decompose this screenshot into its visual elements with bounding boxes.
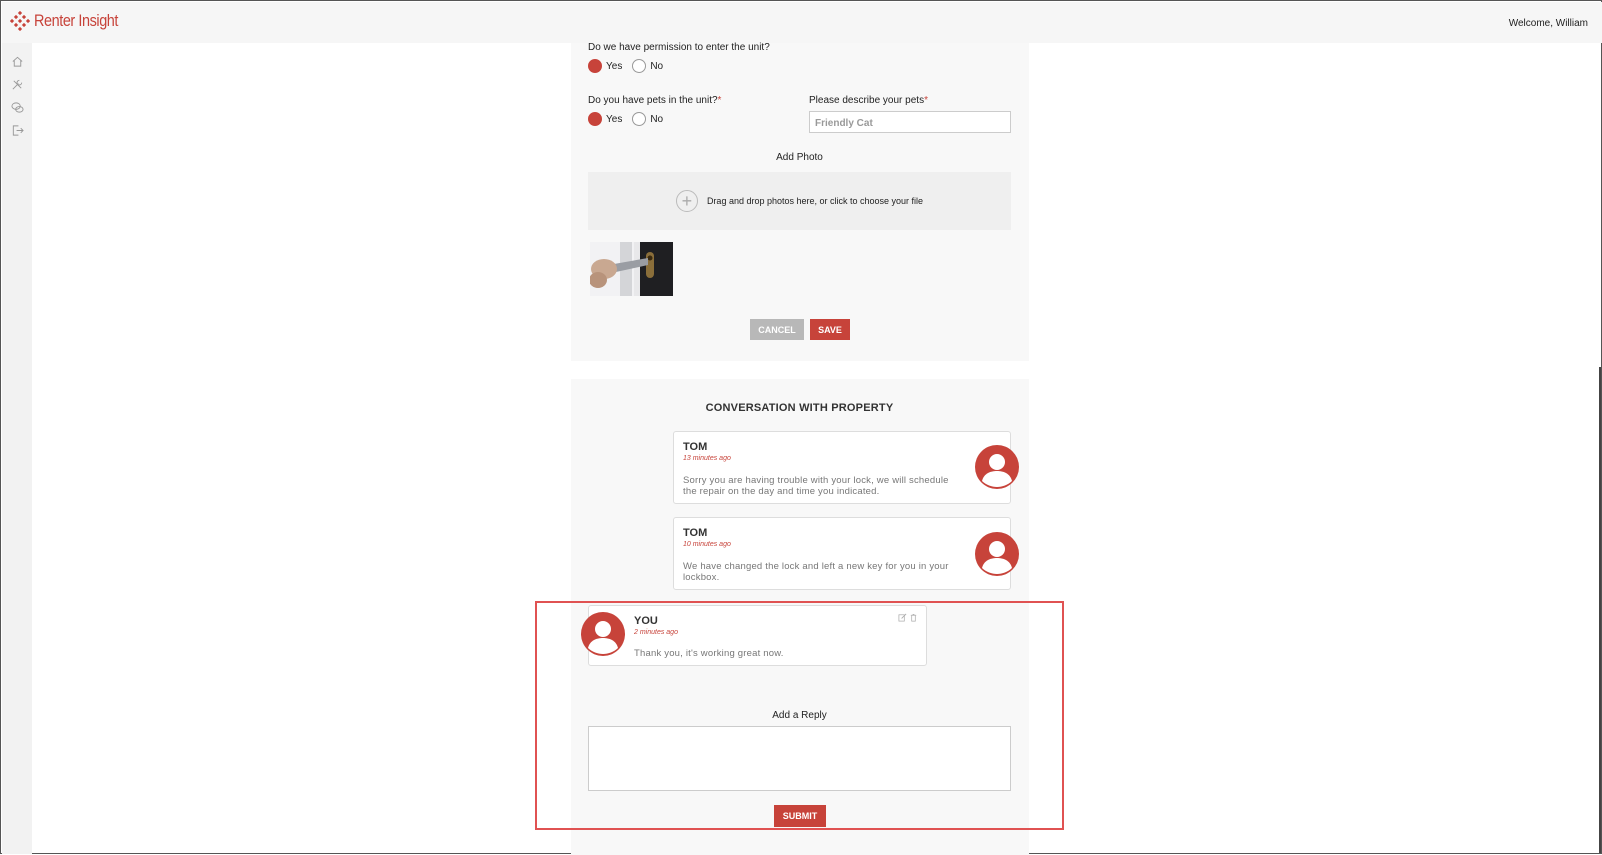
save-button[interactable]: SAVE [810, 319, 850, 340]
welcome-user[interactable]: Welcome, William [1509, 18, 1588, 29]
permission-radio-group: Yes No [588, 59, 673, 73]
brand-logo[interactable]: Renter Insight [10, 11, 133, 31]
sidebar [2, 43, 32, 854]
avatar-icon [975, 445, 1019, 489]
dropzone-text: Drag and drop photos here, or click to c… [706, 196, 924, 206]
photo-dropzone[interactable]: + Drag and drop photos here, or click to… [588, 172, 1011, 230]
message-body-line: lockbox. [683, 572, 720, 583]
pets-no-label: No [650, 113, 664, 125]
pets-question-text: Do you have pets in the unit? [588, 95, 718, 106]
permission-yes-label: Yes [606, 60, 623, 72]
pets-no-radio[interactable] [632, 112, 647, 126]
plus-icon: + [675, 190, 698, 212]
message-author: TOM [683, 527, 708, 539]
logout-icon[interactable] [11, 124, 24, 137]
add-photo-label: Add Photo [776, 152, 823, 163]
pets-yes-label: Yes [606, 113, 623, 125]
message-body: Sorry you are having trouble with your l… [683, 475, 949, 497]
conversation-title: CONVERSATION WITH PROPERTY [705, 402, 894, 414]
pets-describe-input[interactable]: Friendly Cat [809, 111, 1011, 133]
pets-question: Do you have pets in the unit?* [588, 95, 721, 106]
message-body: We have changed the lock and left a new … [683, 561, 949, 583]
photo-thumbnail[interactable] [590, 242, 673, 296]
message-body-line: We have changed the lock and left a new … [683, 561, 949, 572]
pets-describe-label: Please describe your pets* [809, 95, 928, 106]
pets-radio-group: Yes No [588, 112, 673, 126]
home-icon[interactable] [11, 55, 24, 68]
message-time: 10 minutes ago [683, 541, 731, 548]
message-card: TOM 13 minutes ago Sorry you are having … [673, 431, 1011, 504]
logo-icon [10, 11, 30, 31]
brand-name: Renter Insight [34, 11, 119, 30]
message-time: 13 minutes ago [683, 455, 731, 462]
message-body-line: Sorry you are having trouble with your l… [683, 475, 949, 486]
cancel-button[interactable]: CANCEL [750, 319, 804, 340]
scrollbar[interactable] [1599, 367, 1601, 853]
permission-yes-radio[interactable] [588, 59, 602, 73]
required-mark: * [717, 95, 722, 106]
required-mark: * [924, 95, 928, 106]
permission-no-radio[interactable] [632, 59, 647, 73]
avatar-icon [975, 532, 1019, 576]
pets-describe-text: Please describe your pets [809, 95, 925, 106]
app-window: Renter Insight Welcome, William Do we ha… [0, 0, 1602, 855]
message-body-line: the repair on the day and time you indic… [683, 486, 880, 497]
message-card: TOM 10 minutes ago We have changed the l… [673, 517, 1011, 590]
top-bar: Renter Insight Welcome, William [2, 2, 1602, 43]
message-author: TOM [683, 441, 708, 453]
tools-icon[interactable] [11, 78, 24, 91]
door-lock-photo [590, 242, 673, 296]
chat-icon[interactable] [11, 101, 24, 114]
pets-yes-radio[interactable] [588, 112, 602, 126]
permission-question: Do we have permission to enter the unit? [588, 42, 770, 53]
permission-no-label: No [650, 60, 664, 72]
highlight-box [535, 601, 1064, 830]
